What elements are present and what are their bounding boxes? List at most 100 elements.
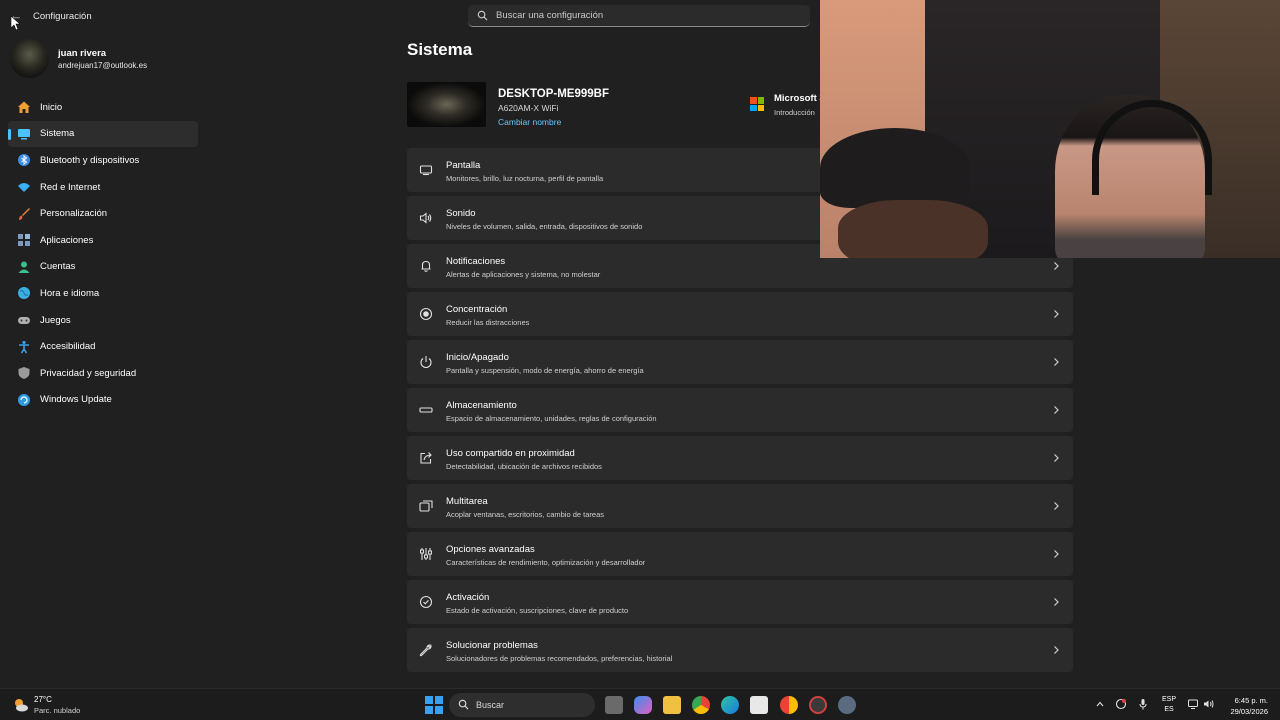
microsoft-365-subtitle: Introducción xyxy=(774,108,815,117)
settings-search-input[interactable]: Buscar una configuración xyxy=(468,5,810,27)
setting-row-concentracion[interactable]: Concentración Reducir las distracciones xyxy=(407,292,1073,336)
setting-subtitle: Detectabilidad, ubicación de archivos re… xyxy=(446,462,602,471)
setting-subtitle: Estado de activación, suscripciones, cla… xyxy=(446,606,629,615)
weather-description: Parc. nublado xyxy=(34,706,81,715)
copilot-icon[interactable] xyxy=(634,696,652,714)
focus-icon xyxy=(419,307,433,321)
search-placeholder: Buscar una configuración xyxy=(496,10,604,21)
setting-subtitle: Características de rendimiento, optimiza… xyxy=(446,558,646,567)
chrome-icon[interactable] xyxy=(692,696,710,714)
sidebar-item-windows-update[interactable]: Windows Update xyxy=(8,387,198,414)
setting-row-almacenamiento[interactable]: Almacenamiento Espacio de almacenamiento… xyxy=(407,388,1073,432)
chevron-right-icon xyxy=(1054,310,1059,318)
setting-title: Notificaciones xyxy=(446,256,506,267)
webcam-person-left xyxy=(838,200,988,258)
setting-row-solucionar-problemas[interactable]: Solucionar problemas Solucionadores de p… xyxy=(407,628,1073,672)
setting-title: Pantalla xyxy=(446,160,481,171)
setting-row-uso-compartido[interactable]: Uso compartido en proximidad Detectabili… xyxy=(407,436,1073,480)
shield-icon xyxy=(18,367,30,380)
setting-row-inicio-apagado[interactable]: Inicio/Apagado Pantalla y suspensión, mo… xyxy=(407,340,1073,384)
sidebar-item-aplicaciones[interactable]: Aplicaciones xyxy=(8,227,198,254)
setting-title: Inicio/Apagado xyxy=(446,352,509,363)
device-thumbnail xyxy=(407,82,486,127)
sidebar-item-inicio[interactable]: Inicio xyxy=(8,94,198,121)
setting-subtitle: Acoplar ventanas, escritorios, cambio de… xyxy=(446,510,604,519)
setting-subtitle: Reducir las distracciones xyxy=(446,318,530,327)
update-icon xyxy=(18,393,30,406)
sidebar-item-label: Juegos xyxy=(40,314,71,326)
system-icon xyxy=(18,128,30,140)
brush-icon xyxy=(19,207,30,220)
chevron-right-icon xyxy=(1054,358,1059,366)
microsoft-logo-icon xyxy=(750,97,764,111)
taskbar: 27°C Parc. nublado Buscar ESP ES 6:45 p.… xyxy=(0,688,1280,720)
sidebar-item-label: Accesibilidad xyxy=(40,341,96,353)
multitask-icon xyxy=(419,500,433,512)
microsoft-365-title[interactable]: Microsoft 365 xyxy=(774,93,820,104)
microphone-icon[interactable] xyxy=(1137,698,1149,710)
sidebar-item-privacidad[interactable]: Privacidad y seguridad xyxy=(8,360,198,387)
search-icon xyxy=(477,10,488,21)
chevron-right-icon xyxy=(1054,454,1059,462)
setting-row-activacion[interactable]: Activación Estado de activación, suscrip… xyxy=(407,580,1073,624)
language-bottom: ES xyxy=(1164,706,1174,713)
sidebar-item-personalizacion[interactable]: Personalización xyxy=(8,200,198,227)
record-tray-icon[interactable] xyxy=(1115,698,1127,710)
taskbar-search[interactable]: Buscar xyxy=(449,693,595,717)
search-icon xyxy=(458,699,469,710)
sliders-icon xyxy=(420,548,432,560)
accessibility-icon xyxy=(19,340,29,354)
apps-icon xyxy=(18,234,30,247)
setting-row-opciones-avanzadas[interactable]: Opciones avanzadas Características de re… xyxy=(407,532,1073,576)
sidebar-item-label: Bluetooth y dispositivos xyxy=(40,154,140,166)
edge-icon[interactable] xyxy=(721,696,739,714)
sidebar-item-accesibilidad[interactable]: Accesibilidad xyxy=(8,333,198,360)
sidebar-item-juegos[interactable]: Juegos xyxy=(8,307,198,334)
bluetooth-icon xyxy=(18,154,30,167)
language-indicator[interactable]: ESP ES xyxy=(1162,695,1176,715)
avatar[interactable] xyxy=(10,39,49,78)
rename-link[interactable]: Cambiar nombre xyxy=(498,117,561,127)
sidebar-item-bluetooth[interactable]: Bluetooth y dispositivos xyxy=(8,147,198,174)
setting-title: Multitarea xyxy=(446,496,488,507)
clock[interactable]: 6:45 p. m. 29/03/2026 xyxy=(1224,695,1268,717)
weather-cloud-icon[interactable] xyxy=(12,696,30,714)
user-name: juan rivera xyxy=(58,48,107,59)
chevron-right-icon xyxy=(1054,598,1059,606)
webcam-overlay xyxy=(820,0,1280,258)
clock-date: 29/03/2026 xyxy=(1230,707,1268,716)
setting-subtitle: Alertas de aplicaciones y sistema, no mo… xyxy=(446,270,601,279)
chevron-up-icon[interactable] xyxy=(1095,699,1105,709)
setting-title: Solucionar problemas xyxy=(446,640,538,651)
mouse-cursor-icon xyxy=(11,16,20,30)
start-button[interactable] xyxy=(425,696,443,714)
globe-icon xyxy=(18,287,30,300)
power-icon xyxy=(420,356,432,369)
volume-icon[interactable] xyxy=(1203,698,1215,710)
sidebar-item-label: Aplicaciones xyxy=(40,234,94,246)
store-icon[interactable] xyxy=(750,696,768,714)
clock-time: 6:45 p. m. xyxy=(1234,696,1268,705)
setting-title: Activación xyxy=(446,592,490,603)
chevron-right-icon xyxy=(1054,262,1059,270)
user-email: andrejuan17@outlook.es xyxy=(58,61,148,70)
taskbar-search-label: Buscar xyxy=(476,700,505,710)
storage-icon xyxy=(419,407,433,413)
network-icon[interactable] xyxy=(1187,698,1199,710)
sidebar-item-sistema[interactable]: Sistema xyxy=(8,120,198,148)
sidebar-item-label: Hora e idioma xyxy=(40,287,100,299)
recording-app-icon[interactable] xyxy=(809,696,827,714)
sidebar-item-hora[interactable]: Hora e idioma xyxy=(8,280,198,307)
sidebar-item-cuentas[interactable]: Cuentas xyxy=(8,254,198,281)
settings-app-icon[interactable] xyxy=(838,696,856,714)
sidebar-nav: Inicio Sistema Bluetooth y dispositivos … xyxy=(8,94,198,413)
setting-row-multitarea[interactable]: Multitarea Acoplar ventanas, escritorios… xyxy=(407,484,1073,528)
page-title: Sistema xyxy=(407,40,473,59)
file-explorer-icon[interactable] xyxy=(663,696,681,714)
chrome-profile-icon[interactable] xyxy=(780,696,798,714)
device-model: A620AM-X WiFi xyxy=(498,103,559,113)
task-view-icon[interactable] xyxy=(605,696,623,714)
home-icon xyxy=(18,101,30,114)
share-icon xyxy=(420,452,432,464)
sidebar-item-red[interactable]: Red e Internet xyxy=(8,174,198,201)
